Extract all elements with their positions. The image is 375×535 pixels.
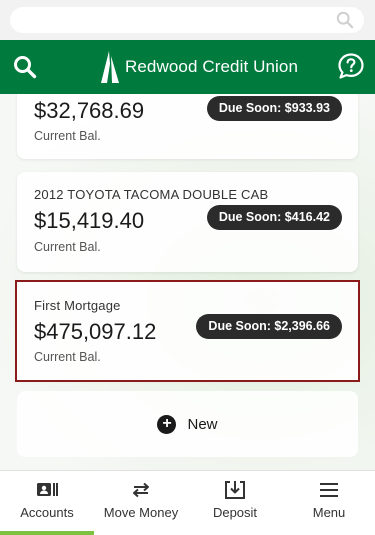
new-account-label: New [187,415,218,433]
new-account-button[interactable]: + New [17,391,358,457]
account-card-selected[interactable]: First Mortgage $475,097.12 Current Bal. … [15,280,360,382]
browser-search-field[interactable] [10,7,364,33]
brand-name: Redwood Credit Union [125,57,299,76]
transfer-arrows-icon [133,482,149,498]
bottom-nav: Accounts Move Money Deposit Menu [0,470,375,535]
search-icon[interactable] [12,54,38,80]
balance-label: Current Bal. [34,240,101,254]
deposit-icon [225,481,245,499]
account-balance: $32,768.69 [34,98,145,123]
nav-label: Move Money [103,505,179,520]
account-card[interactable]: 2012 TOYOTA TACOMA DOUBLE CAB $15,419.40… [17,172,358,272]
nav-tab-menu[interactable]: Menu [282,471,375,531]
brand-logo: Redwood Credit Union [98,50,298,84]
active-tab-indicator [0,531,94,535]
plus-circle-icon: + [157,414,177,434]
account-card[interactable]: $32,768.69 Current Bal. Due Soon: $933.9… [17,94,358,159]
browser-address-bar [0,0,375,40]
search-icon [336,11,354,29]
nav-label: Menu [312,505,346,520]
due-soon-badge: Due Soon: $416.42 [206,205,342,230]
due-soon-badge: Due Soon: $2,396.66 [196,314,342,339]
accounts-icon [37,483,58,496]
account-balance: $15,419.40 [34,208,145,233]
nav-label: Accounts [20,505,74,520]
account-name: First Mortgage [34,298,121,313]
balance-label: Current Bal. [34,129,101,143]
hamburger-menu-icon [320,483,338,497]
accounts-list: $32,768.69 Current Bal. Due Soon: $933.9… [0,94,375,470]
nav-label: Deposit [212,505,258,520]
account-name: 2012 TOYOTA TACOMA DOUBLE CAB [34,187,269,202]
nav-tab-deposit[interactable]: Deposit [188,471,282,531]
due-soon-badge: Due Soon: $933.93 [206,96,342,121]
redwood-tree-icon [101,51,119,83]
app-header: Redwood Credit Union [0,40,375,94]
nav-tab-accounts[interactable]: Accounts [0,471,94,535]
account-balance: $475,097.12 [34,319,157,344]
balance-label: Current Bal. [34,350,101,364]
nav-tab-move-money[interactable]: Move Money [94,471,188,531]
help-chat-icon[interactable] [337,52,365,80]
